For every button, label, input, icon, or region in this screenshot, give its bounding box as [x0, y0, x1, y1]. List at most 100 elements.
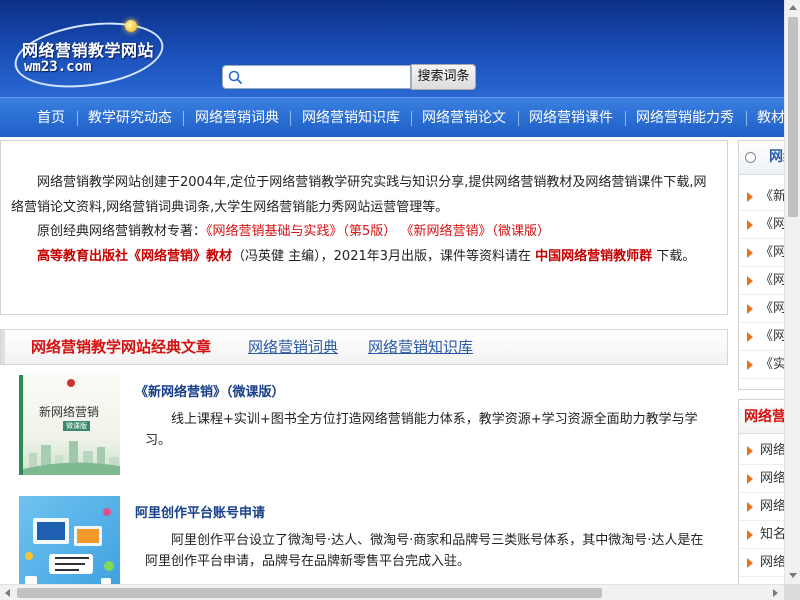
- article-item: 阿里创作平台账号申请 阿里创作平台设立了微淘号·达人、微淘号·商家和品牌号三类账…: [19, 496, 719, 596]
- arrow-right-icon: [747, 248, 753, 258]
- nav-divider: [625, 111, 626, 126]
- vertical-scroll-thumb[interactable]: [788, 17, 798, 217]
- publisher-end: 下载。: [656, 248, 696, 264]
- logo-sun-icon: [125, 20, 137, 32]
- search-input[interactable]: [222, 65, 411, 89]
- sidebar-box-header: 网络营: [739, 400, 784, 434]
- article-title[interactable]: 《新网络营销》（微课版）: [135, 381, 285, 400]
- arrow-right-icon: [747, 530, 753, 540]
- intro-box: 网络营销教学网站创建于2004年,定位于网络营销教学研究实践与知识分享,提供网络…: [0, 140, 728, 315]
- site-logo[interactable]: 网络营销教学网站 wm23.com: [10, 13, 168, 97]
- logo-text-cn: 网络营销教学网站: [22, 41, 155, 60]
- main-nav: 首页 教学研究动态 网络营销词典 网络营销知识库 网络营销论文 网络营销课件 网…: [0, 97, 784, 137]
- sidebar-list-item[interactable]: 知名: [739, 521, 784, 549]
- intro-paragraph: 网络营销教学网站创建于2004年,定位于网络营销教学研究实践与知识分享,提供网络…: [11, 175, 707, 215]
- book-link-new[interactable]: 《新网络营销》（微课版）: [400, 224, 550, 239]
- cover-title: 新网络营销: [39, 405, 100, 419]
- horizontal-scroll-thumb[interactable]: [17, 588, 602, 598]
- scroll-left-icon[interactable]: [5, 589, 10, 597]
- sidebar-box-marketing: 网络营 网络 网络 网络 知名 网络: [738, 399, 784, 600]
- sidebar-box-books: 网络 《新 《网 《网 《网 《网 《网 《实: [738, 140, 784, 390]
- sidebar-box-title[interactable]: 网络营: [744, 400, 784, 434]
- article-description: 线上课程+实训+图书全方位打造网络营销能力体系，教学资源+学习资源全面助力教学与…: [145, 412, 698, 448]
- scroll-down-icon[interactable]: [789, 573, 797, 578]
- book-link-basics[interactable]: 《网络营销基础与实践》（第5版）: [206, 224, 396, 239]
- sidebar-list-item[interactable]: 网络: [739, 465, 784, 493]
- classic-articles-header: 网络营销教学网站经典文章 网络营销词典 网络营销知识库: [0, 329, 728, 365]
- arrow-right-icon: [747, 558, 753, 568]
- scroll-right-icon[interactable]: [773, 589, 778, 597]
- nav-item-textbook[interactable]: 教材: [757, 98, 784, 137]
- sidebar-item-label: 网络: [760, 443, 784, 458]
- nav-item-ability-show[interactable]: 网络营销能力秀: [636, 98, 734, 137]
- sidebar-item-label: 《新: [760, 189, 784, 204]
- sidebar-item-label: 网络: [760, 471, 784, 486]
- article-thumbnail[interactable]: [19, 496, 120, 596]
- arrow-right-icon: [747, 474, 753, 484]
- sidebar-list-item[interactable]: 网络: [739, 549, 784, 577]
- teacher-group-link[interactable]: 中国网络营销教师群: [535, 249, 652, 264]
- scroll-up-icon[interactable]: [789, 5, 797, 10]
- article-description: 阿里创作平台设立了微淘号·达人、微淘号·商家和品牌号三类账号体系，其中微淘号·达…: [145, 533, 704, 569]
- sidebar-list-item[interactable]: 网络: [739, 437, 784, 465]
- right-sidebar: 网络 《新 《网 《网 《网 《网 《网 《实 网络营 网络 网络 网络 知名 …: [738, 140, 784, 600]
- cover-logo-icon: [67, 379, 75, 387]
- sidebar-list-item[interactable]: 《网: [739, 239, 784, 267]
- sidebar-item-label: 网络: [760, 555, 784, 570]
- scrollbar-corner: [784, 584, 800, 600]
- section-title[interactable]: 网络营销教学网站经典文章: [31, 330, 211, 364]
- intro-publisher-line: 高等教育出版社《网络营销》教材（冯英健 主编），2021年3月出版，课件等资料请…: [11, 245, 717, 270]
- nav-item-research[interactable]: 教学研究动态: [88, 98, 172, 137]
- publisher-link[interactable]: 高等教育出版社《网络营销》教材: [37, 249, 232, 264]
- radio-icon[interactable]: [745, 152, 756, 163]
- sidebar-item-label: 《网: [760, 301, 784, 316]
- nav-item-dictionary[interactable]: 网络营销词典: [195, 98, 279, 137]
- nav-item-home[interactable]: 首页: [37, 98, 65, 137]
- cover-city-illustration: [23, 441, 120, 475]
- section-link-knowledge[interactable]: 网络营销知识库: [368, 330, 473, 364]
- search-button[interactable]: 搜索词条: [411, 64, 476, 90]
- devices-illustration: [25, 508, 114, 590]
- publisher-note: （冯英健 主编），2021年3月出版，课件等资料请在: [232, 248, 532, 264]
- vertical-scrollbar[interactable]: [784, 0, 800, 584]
- arrow-right-icon: [747, 502, 753, 512]
- sidebar-list-item[interactable]: 《实: [739, 351, 784, 379]
- nav-divider: [183, 111, 184, 126]
- sidebar-list-item[interactable]: 网络: [739, 493, 784, 521]
- horizontal-scrollbar[interactable]: [0, 584, 784, 600]
- arrow-right-icon: [747, 446, 753, 456]
- sidebar-item-label: 《网: [760, 273, 784, 288]
- sidebar-item-label: 《实: [760, 357, 784, 372]
- nav-divider: [411, 111, 412, 126]
- search-icon: [228, 70, 242, 84]
- nav-divider: [746, 111, 747, 126]
- nav-item-courseware[interactable]: 网络营销课件: [529, 98, 613, 137]
- arrow-right-icon: [747, 192, 753, 202]
- sidebar-list-item[interactable]: 《新: [739, 183, 784, 211]
- sidebar-item-label: 知名: [760, 527, 784, 542]
- sidebar-box-header: 网络: [739, 141, 784, 175]
- sidebar-item-label: 《网: [760, 329, 784, 344]
- sidebar-list-item[interactable]: 《网: [739, 295, 784, 323]
- book-cover-image[interactable]: 新网络营销 微课版: [19, 375, 120, 475]
- sidebar-list-item[interactable]: 《网: [739, 211, 784, 239]
- arrow-right-icon: [747, 304, 753, 314]
- cover-subtitle: 微课版: [63, 421, 90, 431]
- sidebar-item-label: 《网: [760, 245, 784, 260]
- article-title[interactable]: 阿里创作平台账号申请: [135, 502, 265, 521]
- sidebar-item-label: 网络: [760, 499, 784, 514]
- section-link-dictionary[interactable]: 网络营销词典: [248, 330, 338, 364]
- nav-divider: [290, 111, 291, 126]
- nav-divider: [518, 111, 519, 126]
- arrow-right-icon: [747, 332, 753, 342]
- arrow-right-icon: [747, 220, 753, 230]
- nav-item-papers[interactable]: 网络营销论文: [422, 98, 506, 137]
- sidebar-list-item[interactable]: 《网: [739, 323, 784, 351]
- sidebar-list-item[interactable]: 《网: [739, 267, 784, 295]
- sidebar-box-title[interactable]: 网络: [769, 141, 784, 173]
- section-accent: [1, 330, 5, 364]
- arrow-right-icon: [747, 360, 753, 370]
- arrow-right-icon: [747, 276, 753, 286]
- site-header: 网络营销教学网站 wm23.com 搜索词条: [0, 0, 784, 97]
- nav-item-knowledge[interactable]: 网络营销知识库: [302, 98, 400, 137]
